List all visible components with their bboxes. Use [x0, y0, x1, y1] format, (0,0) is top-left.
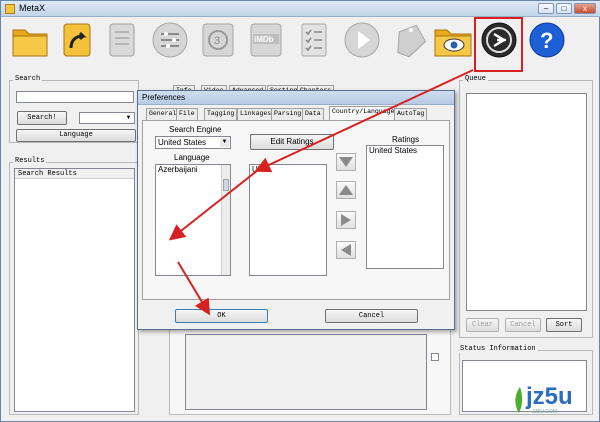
results-column-header[interactable]: Search Results	[15, 169, 134, 179]
search-engine-label: Search Engine	[169, 125, 222, 134]
folder-eye-icon[interactable]	[431, 18, 477, 62]
arrow-up-icon	[339, 185, 353, 195]
svg-text:?: ?	[540, 28, 553, 53]
help-icon[interactable]: ?	[524, 18, 570, 62]
svg-text:iMDb: iMDb	[254, 35, 274, 44]
results-group-label: Results	[13, 157, 47, 165]
ratings-label: Ratings	[392, 135, 420, 144]
chevron-down-icon: ▼	[220, 138, 229, 147]
queue-cancel-button[interactable]: Cancel	[505, 318, 541, 332]
pref-tab-file[interactable]: File	[176, 108, 198, 120]
metatag-icon[interactable]	[387, 18, 433, 62]
language-list[interactable]: AzerbaijaniBasqueBelarusianBengaliBosnia…	[155, 164, 231, 276]
arrow-down-icon	[339, 157, 353, 167]
open-recent-icon[interactable]	[54, 18, 100, 62]
pref-tab-country-language[interactable]: Country/Language	[329, 106, 398, 120]
film-countdown-icon[interactable]: 3	[195, 18, 241, 62]
watermark-text: jz5u	[526, 383, 573, 410]
checklist-icon[interactable]	[291, 18, 337, 62]
preferences-highlight-box	[474, 17, 523, 72]
artwork-box	[185, 334, 427, 410]
preferences-dialog: Preferences General File Tagging Linkage…	[137, 90, 455, 330]
move-left-button[interactable]	[336, 241, 356, 259]
language-label: Language	[174, 153, 210, 162]
queue-sort-button[interactable]: Sort	[546, 318, 582, 332]
svg-text:3: 3	[214, 35, 220, 47]
dialog-title: Preferences	[138, 91, 454, 105]
close-button[interactable]: x	[574, 3, 596, 14]
minimize-button[interactable]: –	[538, 3, 554, 14]
queue-group-label: Queue	[463, 75, 489, 83]
rating-list-item[interactable]: United States	[368, 146, 443, 155]
watermark: jz5u JZ5U.COM	[512, 383, 596, 417]
search-group-label: Search	[13, 75, 43, 83]
pref-tab-general[interactable]: General	[146, 108, 180, 120]
imdb-icon[interactable]: iMDb	[243, 18, 289, 62]
move-right-button[interactable]	[336, 211, 356, 229]
pref-tab-parsing[interactable]: Parsing	[271, 108, 305, 120]
move-up-button[interactable]	[336, 181, 356, 199]
queue-list[interactable]	[466, 93, 587, 311]
dialog-cancel-button[interactable]: Cancel	[325, 309, 418, 323]
leaf-logo-icon	[515, 387, 523, 413]
watermark-sub: JZ5U.COM	[532, 409, 557, 415]
app-icon	[5, 4, 15, 14]
language-list-item[interactable]: Azerbaijani	[157, 165, 230, 174]
play-icon[interactable]	[339, 18, 385, 62]
language-button[interactable]: Language	[16, 129, 136, 142]
pref-tab-autotag[interactable]: AutoTag	[394, 108, 428, 120]
language-scrollbar[interactable]	[221, 165, 230, 275]
ratings-list[interactable]: United States	[366, 145, 444, 269]
artwork-checkbox[interactable]	[431, 353, 439, 361]
open-folder-icon[interactable]	[7, 18, 53, 62]
queue-clear-button[interactable]: Clear	[466, 318, 499, 332]
scrollbar-thumb[interactable]	[223, 179, 229, 191]
chevron-down-icon: ▼	[125, 115, 132, 121]
country-list[interactable]: UKNew ZealandAustraliaCanadaFranceIrelan…	[249, 164, 327, 276]
ok-button[interactable]: OK	[175, 309, 268, 323]
maximize-button[interactable]: □	[556, 3, 572, 14]
settings-sliders-icon[interactable]	[147, 18, 193, 62]
move-down-button[interactable]	[336, 153, 356, 171]
search-button[interactable]: Search!	[17, 111, 67, 125]
window-title: MetaX	[19, 3, 46, 13]
pref-tab-tagging[interactable]: Tagging	[204, 108, 238, 120]
edit-ratings-button[interactable]: Edit Ratings	[250, 134, 334, 150]
document-icon[interactable]	[99, 18, 145, 62]
pref-tab-linkages[interactable]: Linkages	[237, 108, 275, 120]
title-bar: MetaX – □ x	[1, 1, 600, 17]
results-list[interactable]: Search Results	[14, 168, 135, 412]
country-list-item[interactable]: UK	[251, 165, 326, 174]
search-engine-value: United States	[158, 138, 207, 147]
arrow-right-icon	[341, 214, 351, 226]
pref-tab-data[interactable]: Data	[302, 108, 324, 120]
arrow-left-icon	[341, 244, 351, 256]
search-input[interactable]	[16, 91, 134, 103]
status-group-label: Status Information	[458, 345, 538, 353]
search-engine-select[interactable]: United States ▼	[155, 136, 231, 149]
search-type-select[interactable]: ▼	[79, 112, 135, 124]
